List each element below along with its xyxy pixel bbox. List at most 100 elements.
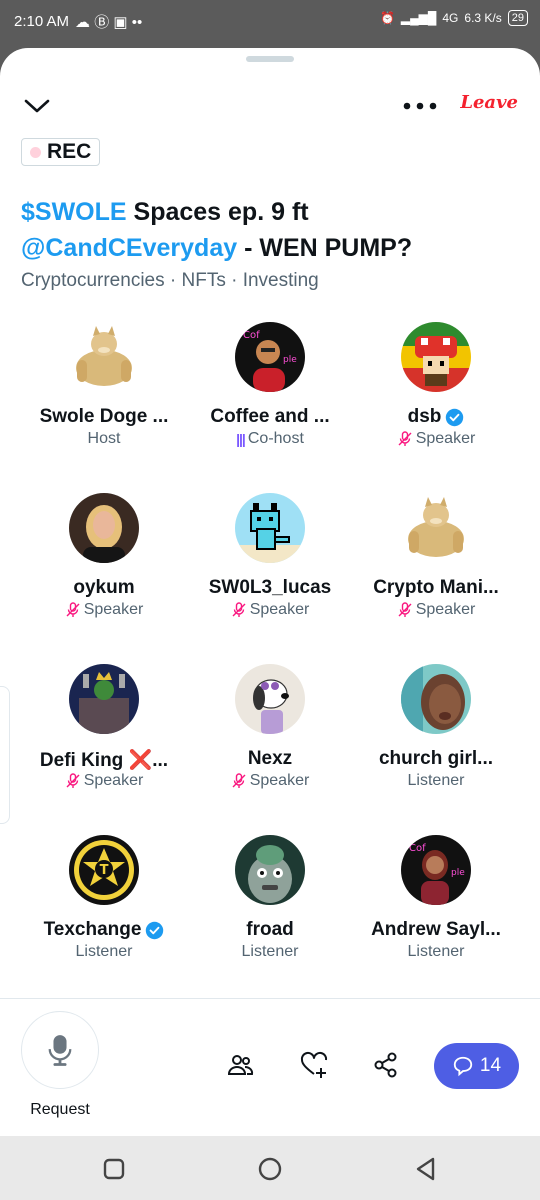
participant-role: Speaker — [21, 772, 187, 790]
participant-role: ||| Co-host — [236, 430, 304, 447]
participant-card[interactable]: SW0L3_lucas Speaker — [187, 491, 353, 662]
participant-card[interactable]: oykum Speaker — [21, 491, 187, 662]
alarm-icon: ⏰ — [379, 11, 395, 25]
chevron-down-icon[interactable] — [22, 94, 52, 118]
more-options-icon[interactable] — [402, 98, 438, 114]
rec-label: REC — [47, 140, 92, 163]
side-panel-handle[interactable] — [0, 686, 10, 824]
mic-off-icon — [66, 602, 80, 617]
participant-card[interactable]: church girl... Listener — [353, 662, 519, 833]
participant-card[interactable]: T Texchange Listener — [21, 833, 187, 1004]
svg-text:T: T — [100, 863, 109, 878]
recent-apps-icon[interactable] — [101, 1156, 127, 1182]
participant-name: Defi King ❌... — [39, 750, 169, 771]
participant-role: Speaker — [353, 430, 519, 448]
verified-badge-icon — [446, 408, 464, 426]
woman-avatar[interactable] — [69, 493, 139, 563]
doge-avatar[interactable] — [69, 322, 139, 392]
participant-card[interactable]: Cof ple Coffee and ... ||| Co-host — [187, 320, 353, 491]
participant-card[interactable]: Cof ple Andrew Sayl... Listener — [353, 833, 519, 1004]
signal-icon: ▂▄▆█ — [400, 11, 437, 25]
request-label: Request — [30, 1101, 90, 1118]
record-dot-icon — [30, 146, 41, 158]
status-time: 2:10 AM — [14, 13, 70, 30]
space-topics: Cryptocurrencies · NFTs · Investing — [21, 270, 319, 291]
comments-button[interactable]: 14 — [434, 1043, 519, 1089]
mushroom-avatar[interactable] — [401, 322, 471, 392]
home-icon[interactable] — [257, 1156, 283, 1182]
participant-role: Listener — [407, 943, 465, 960]
participant-card[interactable]: froad Listener — [187, 833, 353, 1004]
mic-off-icon — [232, 602, 246, 617]
neon-girl-avatar[interactable]: Cof ple — [401, 835, 471, 905]
participant-card[interactable]: Crypto Mani... Speaker — [353, 491, 519, 662]
title-text-end: - WEN PUMP? — [237, 234, 413, 262]
back-icon[interactable] — [413, 1156, 439, 1182]
space-sheet: Leave REC $SWOLE Spaces ep. 9 ft @CandCE… — [0, 48, 540, 1136]
mention-link[interactable]: @CandCEveryday — [21, 234, 237, 262]
participant-name: Crypto Mani... — [373, 577, 499, 598]
notification-icons: ☁ Ⓑ ▣ •• — [75, 14, 143, 31]
participant-name: Andrew Sayl... — [371, 919, 501, 940]
chat-bubble-icon — [453, 1056, 473, 1077]
mic-off-icon — [398, 431, 412, 446]
snoopy-avatar[interactable] — [235, 664, 305, 734]
participant-role: Host — [87, 430, 121, 447]
mic-off-icon — [66, 773, 80, 788]
share-icon[interactable] — [372, 1051, 400, 1079]
participant-name: dsb — [359, 406, 513, 428]
participant-role: Speaker — [21, 601, 187, 619]
participant-card[interactable]: Defi King ❌... Speaker — [21, 662, 187, 833]
selfie-avatar[interactable] — [401, 664, 471, 734]
status-bar: 2:10 AM ☁ Ⓑ ▣ •• ⏰ ▂▄▆█ 4G 6.3 K/s 29 — [0, 0, 540, 40]
neon-avatar[interactable]: Cof ple — [235, 322, 305, 392]
participant-name: Swole Doge ... — [39, 406, 169, 427]
svg-text:ple: ple — [451, 868, 465, 878]
participant-name: Nexz — [247, 748, 293, 769]
mic-off-icon — [232, 773, 246, 788]
participant-name: Coffee and ... — [210, 406, 330, 427]
leave-button[interactable]: Leave — [460, 92, 518, 113]
space-title: $SWOLE Spaces ep. 9 ft @CandCEveryday - … — [21, 194, 521, 266]
participant-name: oykum — [73, 577, 135, 598]
participant-name: SW0L3_lucas — [208, 577, 332, 598]
participant-card[interactable]: Swole Doge ... Host — [21, 320, 187, 491]
sheet-grabber[interactable] — [246, 56, 294, 62]
participant-name: froad — [246, 919, 294, 940]
badge-avatar[interactable]: T — [69, 835, 139, 905]
troll-avatar[interactable] — [235, 835, 305, 905]
microphone-icon — [48, 1035, 72, 1066]
participant-card[interactable]: Nexz Speaker — [187, 662, 353, 833]
participant-name: Texchange — [27, 919, 181, 941]
cashtag-link[interactable]: $SWOLE — [21, 198, 127, 226]
battery-indicator: 29 — [507, 10, 528, 26]
people-icon[interactable] — [226, 1051, 254, 1079]
participant-role: Listener — [75, 943, 133, 960]
recording-badge: REC — [21, 138, 101, 166]
svg-text:Cof: Cof — [409, 843, 426, 854]
mic-off-icon — [398, 602, 412, 617]
participant-role: Speaker — [353, 601, 519, 619]
participant-role: Listener — [241, 943, 299, 960]
participant-role: Listener — [407, 772, 465, 789]
participant-name: church girl... — [378, 748, 494, 769]
title-text: Spaces ep. 9 ft — [126, 198, 309, 226]
request-mic-button[interactable] — [21, 1011, 99, 1089]
network-speed: 6.3 K/s — [464, 11, 502, 25]
footer-divider — [0, 998, 540, 999]
pixel-cat-avatar[interactable] — [235, 493, 305, 563]
space-header: Leave — [0, 88, 540, 128]
verified-badge-icon — [146, 921, 164, 939]
svg-text:ple: ple — [283, 355, 297, 365]
heart-plus-icon[interactable] — [300, 1051, 328, 1079]
android-nav-bar — [0, 1136, 540, 1200]
participant-card[interactable]: dsb Speaker — [353, 320, 519, 491]
participant-role: Speaker — [187, 601, 353, 619]
svg-text:Cof: Cof — [243, 330, 260, 341]
participant-role: Speaker — [187, 772, 353, 790]
comment-count: 14 — [479, 1055, 502, 1076]
king-avatar[interactable] — [69, 664, 139, 734]
cohost-icon: ||| — [236, 431, 246, 447]
network-type: 4G — [442, 11, 459, 25]
doge-avatar[interactable] — [401, 493, 471, 563]
